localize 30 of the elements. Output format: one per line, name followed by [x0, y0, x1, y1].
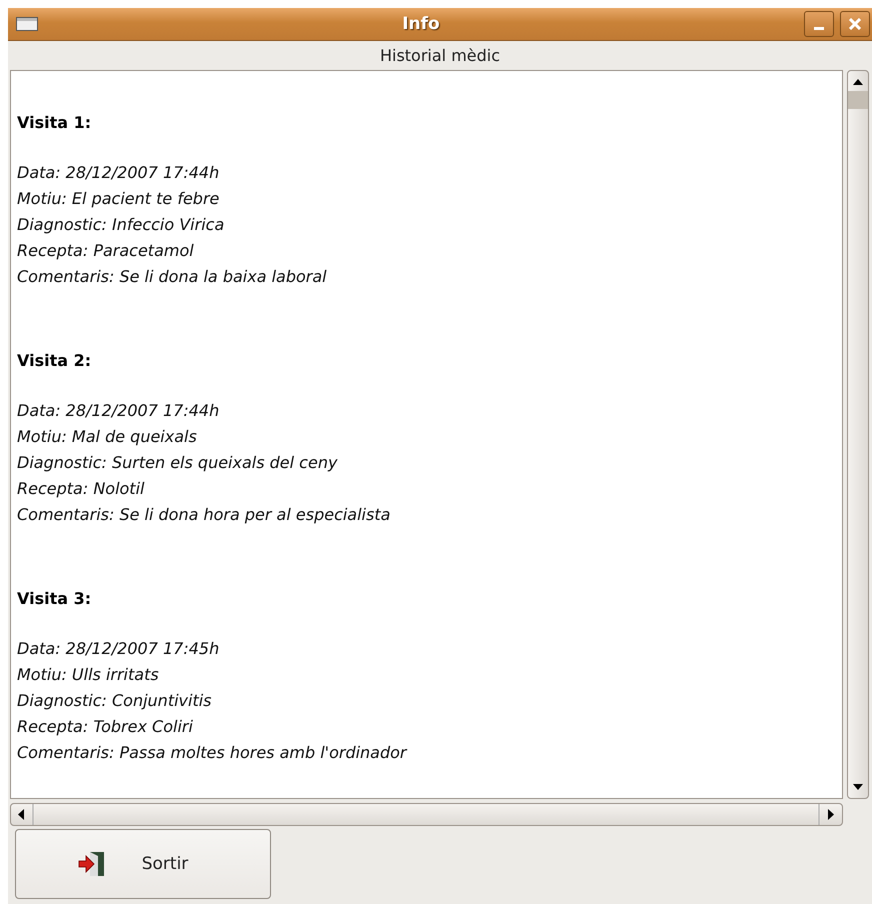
visit-heading: Visita 1:: [17, 112, 92, 134]
visit-detail: Diagnostic: Conjuntivitis: [17, 690, 212, 712]
visit-detail: Comentaris: Se li dona la baixa laboral: [17, 266, 328, 288]
window-icon: [16, 17, 38, 31]
visit-detail: Recepta: Paracetamol: [17, 240, 195, 262]
visit-detail: Comentaris: Passa moltes hores amb l'ordinador: [17, 742, 408, 764]
visit-detail: Diagnostic: Infeccio Virica: [17, 214, 226, 236]
visit-detail: Data: 28/12/2007 17:44h: [17, 162, 220, 184]
minimize-icon: [814, 26, 824, 30]
exit-door-icon: [78, 851, 106, 877]
vertical-scrollbar[interactable]: [847, 70, 869, 799]
exit-button[interactable]: Sortir: [15, 829, 271, 899]
visit-detail: Comentaris: Se li dona hora per al especialista: [17, 504, 392, 526]
visit-detail: Recepta: Nolotil: [17, 478, 146, 500]
visit-heading: Visita 2:: [17, 350, 92, 372]
visit-heading: Visita 3:: [17, 588, 92, 610]
history-text-area[interactable]: [10, 70, 843, 799]
close-icon: [849, 18, 861, 30]
horizontal-scrollbar[interactable]: [10, 803, 843, 826]
visit-detail: Motiu: Mal de queixals: [17, 426, 198, 448]
visit-detail: Recepta: Tobrex Coliri: [17, 716, 194, 738]
visit-detail: Data: 28/12/2007 17:45h: [17, 638, 220, 660]
visit-detail: Motiu: Ulls irritats: [17, 664, 160, 686]
visit-detail: Motiu: El pacient te febre: [17, 188, 220, 210]
window-title: Info: [401, 14, 441, 34]
section-title: Historial mèdic: [378, 45, 502, 67]
visit-detail: Diagnostic: Surten els queixals del ceny: [17, 452, 338, 474]
visit-detail: Data: 28/12/2007 17:44h: [17, 400, 220, 422]
close-button[interactable]: [840, 11, 870, 37]
minimize-button[interactable]: [804, 11, 834, 37]
